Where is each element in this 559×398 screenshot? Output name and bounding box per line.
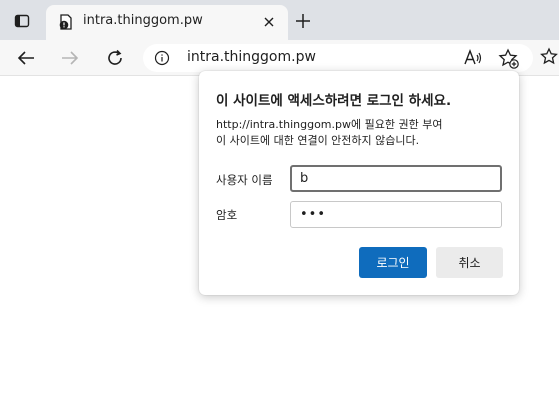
- dialog-description-line-2: 이 사이트에 대한 연결이 안전하지 않습니다.: [216, 134, 420, 147]
- dialog-description-line-1: http://intra.thinggom.pw에 필요한 권한 부여: [216, 118, 443, 131]
- add-favorite-icon[interactable]: [498, 48, 520, 70]
- back-button[interactable]: [14, 46, 38, 70]
- globe-warning-icon: [59, 14, 72, 30]
- refresh-icon: [108, 49, 122, 65]
- back-arrow-icon: [17, 51, 34, 65]
- tab-title: intra.thinggom.pw: [83, 13, 203, 28]
- username-input[interactable]: b: [290, 165, 502, 192]
- close-icon: [264, 17, 274, 27]
- sign-in-dialog: 이 사이트에 액세스하려면 로그인 하세요. http://intra.thin…: [199, 71, 519, 295]
- cancel-button[interactable]: 취소: [436, 247, 503, 278]
- forward-button[interactable]: [58, 46, 82, 70]
- tab-actions-button[interactable]: [10, 9, 34, 33]
- password-input[interactable]: •••: [290, 201, 502, 228]
- password-label: 암호: [216, 208, 238, 222]
- info-circle-icon[interactable]: [154, 50, 170, 66]
- read-aloud-icon[interactable]: [463, 48, 483, 68]
- forward-arrow-icon: [62, 51, 79, 65]
- dialog-description: http://intra.thinggom.pw에 필요한 권한 부여 이 사이…: [216, 117, 442, 149]
- tab-actions-icon: [14, 14, 30, 28]
- dialog-title: 이 사이트에 액세스하려면 로그인 하세요.: [216, 93, 452, 109]
- active-tab[interactable]: intra.thinggom.pw: [46, 5, 288, 40]
- close-tab-button[interactable]: [262, 15, 276, 29]
- login-button[interactable]: 로그인: [359, 247, 427, 278]
- favorites-icon[interactable]: [540, 47, 559, 67]
- tab-strip: intra.thinggom.pw: [0, 0, 559, 40]
- address-bar[interactable]: intra.thinggom.pw: [143, 44, 533, 72]
- plus-icon: [296, 14, 310, 28]
- new-tab-button[interactable]: [292, 10, 314, 32]
- refresh-button[interactable]: [103, 46, 127, 70]
- url-text[interactable]: intra.thinggom.pw: [187, 49, 316, 65]
- username-label: 사용자 이름: [216, 173, 273, 187]
